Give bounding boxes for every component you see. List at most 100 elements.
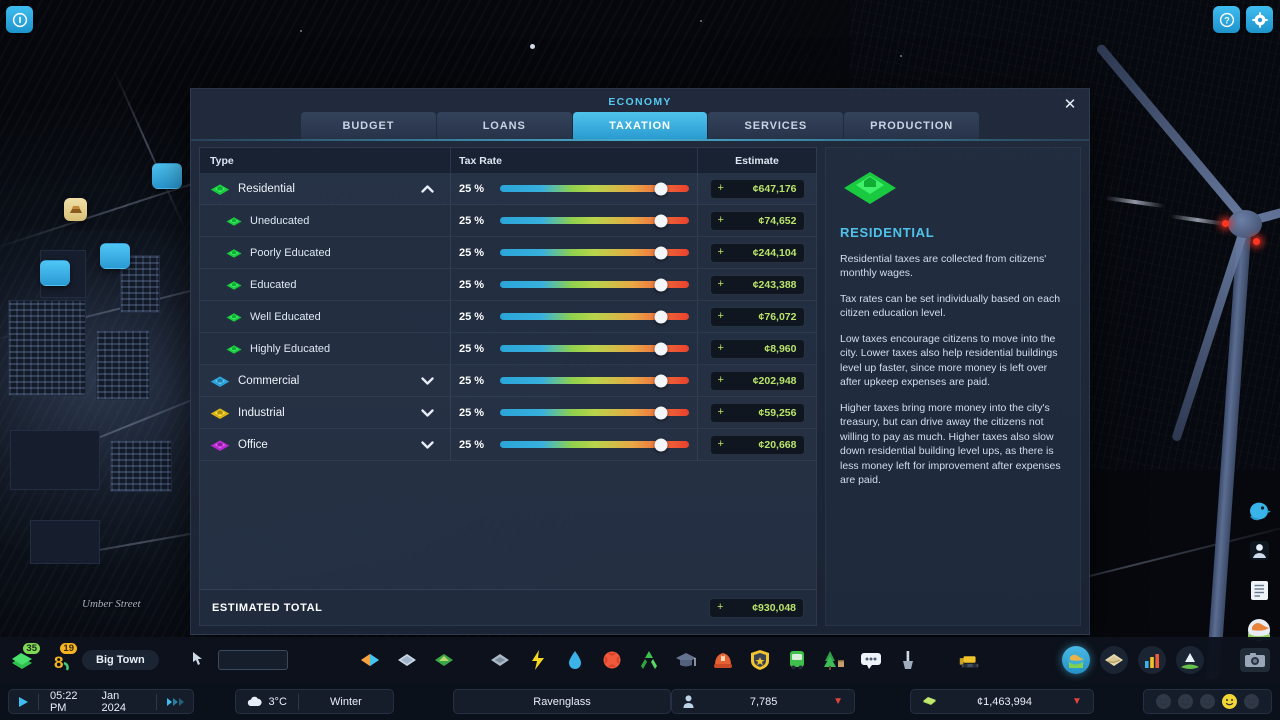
population-group[interactable]: 7,785 ▼ (671, 689, 855, 714)
tab-production[interactable]: PRODUCTION (844, 112, 979, 139)
landscaping-tool[interactable] (895, 647, 921, 673)
happiness-group[interactable] (1143, 689, 1272, 714)
table-row[interactable]: Educated 25 % + ¢243,388 (200, 269, 816, 301)
happiness-face-3[interactable] (1222, 694, 1237, 709)
residential-zone-icon (226, 248, 242, 258)
slider-knob[interactable] (654, 182, 668, 195)
tax-rate-slider[interactable] (500, 406, 689, 419)
happiness-face-1[interactable] (1178, 694, 1193, 709)
transportation-tool[interactable] (784, 647, 810, 673)
tab-loans[interactable]: LOANS (436, 112, 572, 139)
map-notification-marker[interactable] (152, 163, 182, 189)
face-icon (1203, 699, 1212, 706)
slider-knob[interactable] (654, 246, 668, 259)
citizen-info-button[interactable] (1244, 535, 1274, 565)
play-icon (19, 696, 28, 707)
chevron-down-icon[interactable] (421, 408, 434, 417)
settings-button[interactable] (1246, 6, 1273, 33)
water-tool[interactable] (562, 647, 588, 673)
notifications-button[interactable] (1244, 575, 1274, 605)
happiness-face-4[interactable] (1244, 694, 1259, 709)
happiness-face-0[interactable] (1156, 694, 1171, 709)
healthcare-tool[interactable] (599, 647, 625, 673)
tab-taxation[interactable]: TAXATION (572, 112, 708, 139)
fire-tool[interactable] (710, 647, 736, 673)
play-pause-button[interactable] (9, 696, 38, 708)
tab-budget[interactable]: BUDGET (301, 112, 436, 139)
garbage-tool[interactable] (636, 647, 662, 673)
statistics-button[interactable] (1138, 646, 1166, 674)
slider-knob[interactable] (654, 214, 668, 227)
zones-tool[interactable] (358, 647, 384, 673)
map-warning-marker[interactable] (64, 198, 87, 221)
progression-button[interactable] (1176, 646, 1204, 674)
tab-services[interactable]: SERVICES (708, 112, 844, 139)
roads-alt-tool[interactable] (488, 647, 514, 673)
info-button[interactable] (6, 6, 33, 33)
tax-rate-slider[interactable] (500, 182, 689, 195)
table-row[interactable]: Uneducated 25 % + ¢74,652 (200, 205, 816, 237)
communications-icon (861, 653, 881, 669)
tax-rate-slider[interactable] (500, 214, 689, 227)
map-notification-marker[interactable] (40, 260, 70, 286)
table-row[interactable]: Poorly Educated 25 % + ¢244,104 (200, 237, 816, 269)
communications-tool[interactable] (858, 647, 884, 673)
money-group[interactable]: ¢1,463,994 ▼ (910, 689, 1094, 714)
happiness-face-2[interactable] (1200, 694, 1215, 709)
milestone-badge[interactable]: 8 19 (45, 643, 77, 675)
toolbar-left: 35 8 19 Big Town (0, 643, 186, 675)
gear-icon (1251, 11, 1268, 28)
roads-tool[interactable] (395, 647, 421, 673)
slider-knob[interactable] (654, 342, 668, 355)
economy-button[interactable] (1062, 646, 1090, 674)
slider-knob[interactable] (654, 374, 668, 387)
table-row[interactable]: Highly Educated 25 % + ¢8,960 (200, 333, 816, 365)
slider-knob[interactable] (654, 310, 668, 323)
table-row[interactable]: Residential 25 % + ¢647,176 (200, 173, 816, 205)
city-milestone-name[interactable]: Big Town (82, 650, 159, 670)
tax-rate-slider[interactable] (500, 342, 689, 355)
row-label: Industrial (238, 406, 285, 419)
tax-rate-slider[interactable] (500, 310, 689, 323)
terrain-tool[interactable] (432, 647, 458, 673)
map-notification-marker[interactable] (100, 243, 130, 269)
xp-badge[interactable]: 35 (8, 643, 40, 675)
selection-box[interactable] (218, 650, 288, 670)
chevron-down-icon[interactable] (421, 376, 434, 385)
tax-rate-slider[interactable] (500, 438, 689, 451)
table-row[interactable]: Commercial 25 % + ¢202,948 (200, 365, 816, 397)
city-name-group[interactable]: Ravenglass (452, 689, 672, 714)
tax-rate-slider[interactable] (500, 246, 689, 259)
table-row[interactable]: Industrial 25 % + ¢59,256 (200, 397, 816, 429)
estimate-value: ¢59,256 (758, 406, 797, 419)
tax-rate-slider[interactable] (500, 278, 689, 291)
panel-body: Type Tax Rate Estimate Residential 25 % + ¢… (191, 139, 1089, 634)
slider-knob[interactable] (654, 438, 668, 451)
info-paragraph: Tax rates can be set individually based … (840, 292, 1061, 320)
chevron-up-icon[interactable] (421, 184, 434, 193)
fast-forward-button[interactable] (157, 697, 193, 707)
chevron-down-icon[interactable] (421, 440, 434, 449)
bulldoze-tool[interactable] (957, 647, 983, 673)
residential-zone-icon (226, 280, 242, 290)
row-rate-cell: 25 % (450, 333, 698, 364)
slider-knob[interactable] (654, 406, 668, 419)
electricity-tool[interactable] (525, 647, 551, 673)
help-button[interactable]: ? (1213, 6, 1240, 33)
parks-tool[interactable] (821, 647, 847, 673)
row-label: Residential (238, 182, 295, 195)
table-row[interactable]: Office 25 % + ¢20,668 (200, 429, 816, 461)
table-row[interactable]: Well Educated 25 % + ¢76,072 (200, 301, 816, 333)
slider-knob[interactable] (654, 278, 668, 291)
healthcare-icon (603, 651, 621, 669)
estimate-pill: + ¢243,388 (709, 274, 805, 295)
photo-mode-button[interactable] (1240, 648, 1270, 672)
row-rate-cell: 25 % (450, 301, 698, 332)
education-tool[interactable] (673, 647, 699, 673)
chirper-button[interactable] (1244, 495, 1274, 525)
table-header-row: Type Tax Rate Estimate (200, 148, 816, 173)
map-button[interactable] (1100, 646, 1128, 674)
police-tool[interactable] (747, 647, 773, 673)
row-type-cell: Residential (200, 179, 450, 199)
tax-rate-slider[interactable] (500, 374, 689, 387)
